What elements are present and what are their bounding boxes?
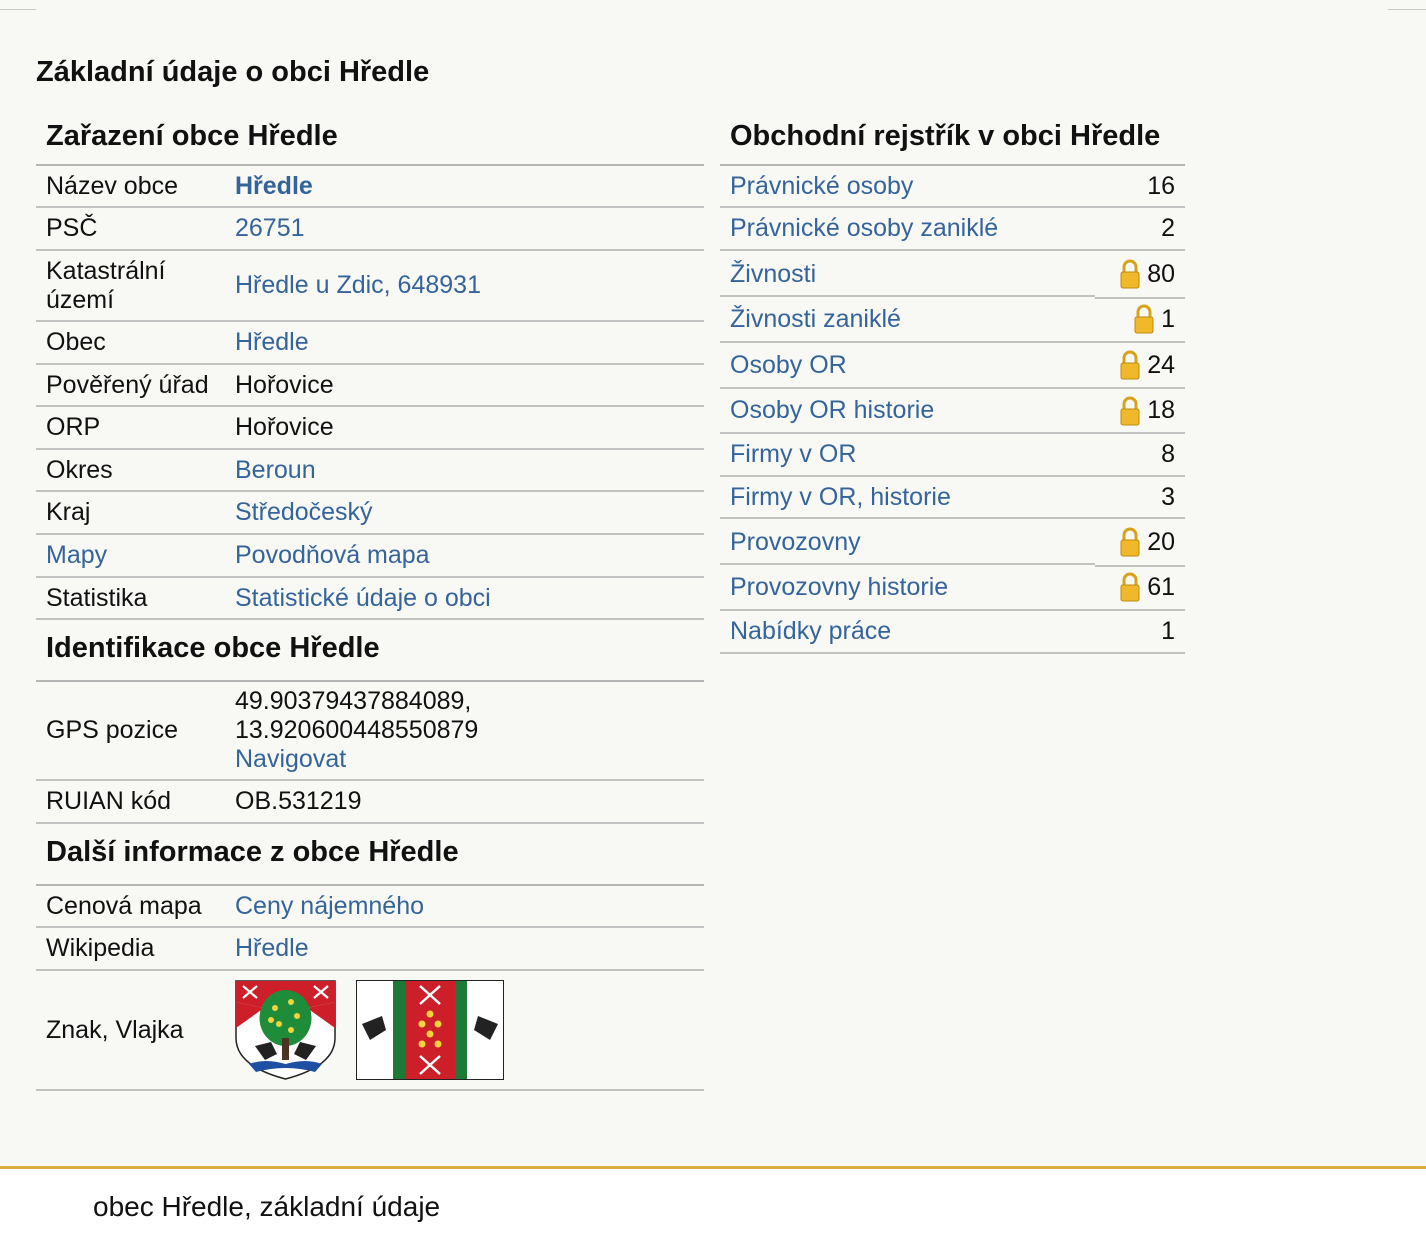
top-divider-left bbox=[0, 9, 36, 10]
companies-or-link[interactable]: Firmy v OR bbox=[730, 440, 1161, 469]
top-divider-right bbox=[1388, 9, 1426, 10]
gps-longitude: 13.920600448550879 bbox=[235, 716, 479, 744]
info-row-authorized-office: Pověřený úřad Hořovice bbox=[36, 365, 704, 407]
register-row: Provozovny historie 61 bbox=[720, 565, 1185, 611]
row-label: Statistika bbox=[46, 583, 148, 612]
lock-icon bbox=[1134, 304, 1154, 334]
register-row: Osoby OR historie 18 bbox=[720, 389, 1185, 434]
register-count: 1 bbox=[1161, 617, 1175, 645]
legal-entities-link[interactable]: Právnické osoby bbox=[730, 172, 1147, 201]
flag-icon[interactable] bbox=[356, 980, 504, 1080]
legal-entities-defunct-link[interactable]: Právnické osoby zaniklé bbox=[730, 214, 1161, 243]
row-label: Znak, Vlajka bbox=[46, 1015, 184, 1044]
region-link[interactable]: Středočeský bbox=[235, 498, 373, 526]
info-row-region: Kraj Středočeský bbox=[36, 492, 704, 535]
info-row-district: Okres Beroun bbox=[36, 450, 704, 492]
trades-link[interactable]: Živnosti bbox=[730, 260, 1119, 289]
municipality-info-column: Zařazení obce Hředle Název obce Hředle P… bbox=[36, 112, 704, 1091]
row-label: Katastrální území bbox=[46, 256, 166, 314]
info-row-municipality: Obec Hředle bbox=[36, 322, 704, 365]
wikipedia-link[interactable]: Hředle bbox=[235, 934, 309, 962]
register-row: Právnické osoby 16 bbox=[720, 166, 1185, 208]
identification-heading: Identifikace obce Hředle bbox=[36, 620, 704, 682]
info-row-name: Název obce Hředle bbox=[36, 166, 704, 208]
row-label: Název obce bbox=[46, 171, 179, 200]
lock-icon bbox=[1120, 527, 1140, 557]
more-info-heading: Další informace z obce Hředle bbox=[36, 824, 704, 886]
row-label: Cenová mapa bbox=[46, 891, 202, 920]
register-count: 16 bbox=[1147, 171, 1175, 200]
register-row: Právnické osoby zaniklé 2 bbox=[720, 208, 1185, 251]
register-count: 20 bbox=[1147, 527, 1175, 556]
flood-map-link[interactable]: Povodňová mapa bbox=[235, 541, 430, 569]
register-row: Provozovny 20 bbox=[720, 519, 1185, 567]
trades-defunct-link[interactable]: Živnosti zaniklé bbox=[730, 305, 1133, 334]
footer-text: obec Hředle, základní údaje bbox=[93, 1191, 441, 1222]
orp-value: Hořovice bbox=[235, 413, 334, 441]
persons-or-history-link[interactable]: Osoby OR historie bbox=[730, 396, 1119, 425]
info-row-ruian: RUIAN kód OB.531219 bbox=[36, 781, 704, 824]
register-row: Nabídky práce 1 bbox=[720, 611, 1185, 654]
register-row: Firmy v OR 8 bbox=[720, 434, 1185, 477]
info-row-cadastral: Katastrální území Hředle u Zdic, 648931 bbox=[36, 251, 704, 322]
row-label: RUIAN kód bbox=[46, 787, 172, 815]
job-offers-link[interactable]: Nabídky práce bbox=[730, 617, 1161, 646]
ruian-value: OB.531219 bbox=[235, 787, 362, 815]
register-count: 1 bbox=[1161, 304, 1175, 333]
psc-link[interactable]: 26751 bbox=[235, 214, 305, 242]
business-register-heading: Obchodní rejstřík v obci Hředle bbox=[720, 112, 1185, 166]
lock-icon bbox=[1120, 396, 1140, 425]
info-row-gps: GPS pozice 49.90379437884089, 13.9206004… bbox=[36, 682, 704, 781]
district-link[interactable]: Beroun bbox=[235, 456, 316, 484]
info-row-statistics: Statistika Statistické údaje o obci bbox=[36, 578, 704, 620]
register-count: 2 bbox=[1161, 214, 1175, 242]
info-row-psc: PSČ 26751 bbox=[36, 208, 704, 251]
register-row: Osoby OR 24 bbox=[720, 343, 1185, 389]
lock-icon bbox=[1120, 572, 1140, 602]
info-row-orp: ORP Hořovice bbox=[36, 407, 704, 450]
page-title: Základní údaje o obci Hředle bbox=[36, 56, 430, 88]
statistics-link[interactable]: Statistické údaje o obci bbox=[235, 584, 491, 612]
establishments-link[interactable]: Provozovny bbox=[730, 528, 1119, 557]
register-count: 3 bbox=[1161, 482, 1175, 511]
row-label: ORP bbox=[46, 413, 101, 441]
lock-icon bbox=[1120, 259, 1140, 289]
info-row-price-map: Cenová mapa Ceny nájemného bbox=[36, 886, 704, 928]
row-label: Kraj bbox=[46, 498, 91, 526]
row-label: Obec bbox=[46, 328, 106, 356]
register-row: Živnosti 80 bbox=[720, 251, 1185, 299]
register-count: 8 bbox=[1161, 440, 1175, 468]
info-row-wikipedia: Wikipedia Hředle bbox=[36, 928, 704, 971]
maps-link[interactable]: Mapy bbox=[46, 541, 107, 569]
register-row: Živnosti zaniklé 1 bbox=[720, 297, 1185, 343]
register-count: 61 bbox=[1147, 572, 1175, 601]
lock-icon bbox=[1120, 350, 1140, 380]
persons-or-link[interactable]: Osoby OR bbox=[730, 351, 1119, 380]
municipality-name-link[interactable]: Hředle bbox=[235, 172, 313, 200]
row-label: Wikipedia bbox=[46, 934, 155, 962]
register-count: 24 bbox=[1147, 350, 1175, 379]
row-label: Okres bbox=[46, 455, 113, 484]
municipality-link[interactable]: Hředle bbox=[235, 328, 309, 356]
establishments-history-link[interactable]: Provozovny historie bbox=[730, 573, 1119, 602]
gps-latitude: 49.90379437884089, bbox=[235, 687, 472, 715]
classification-heading: Zařazení obce Hředle bbox=[36, 112, 704, 166]
business-register-column: Obchodní rejstřík v obci Hředle Právnick… bbox=[720, 112, 1185, 654]
row-label: PSČ bbox=[46, 214, 98, 242]
coat-of-arms-icon[interactable] bbox=[235, 980, 336, 1080]
row-label: GPS pozice bbox=[46, 716, 179, 744]
rent-prices-link[interactable]: Ceny nájemného bbox=[235, 892, 424, 920]
companies-or-history-link[interactable]: Firmy v OR, historie bbox=[730, 483, 1161, 512]
register-count: 80 bbox=[1147, 259, 1175, 288]
register-row: Firmy v OR, historie 3 bbox=[720, 477, 1185, 519]
row-label: Pověřený úřad bbox=[46, 370, 209, 399]
navigate-link[interactable]: Navigovat bbox=[235, 745, 346, 773]
info-row-maps: Mapy Povodňová mapa bbox=[36, 535, 704, 578]
authorized-office-value: Hořovice bbox=[235, 370, 334, 399]
info-row-emblems: Znak, Vlajka bbox=[36, 971, 704, 1091]
cadastral-area-link[interactable]: Hředle u Zdic, 648931 bbox=[235, 271, 481, 299]
register-count: 18 bbox=[1147, 396, 1175, 424]
